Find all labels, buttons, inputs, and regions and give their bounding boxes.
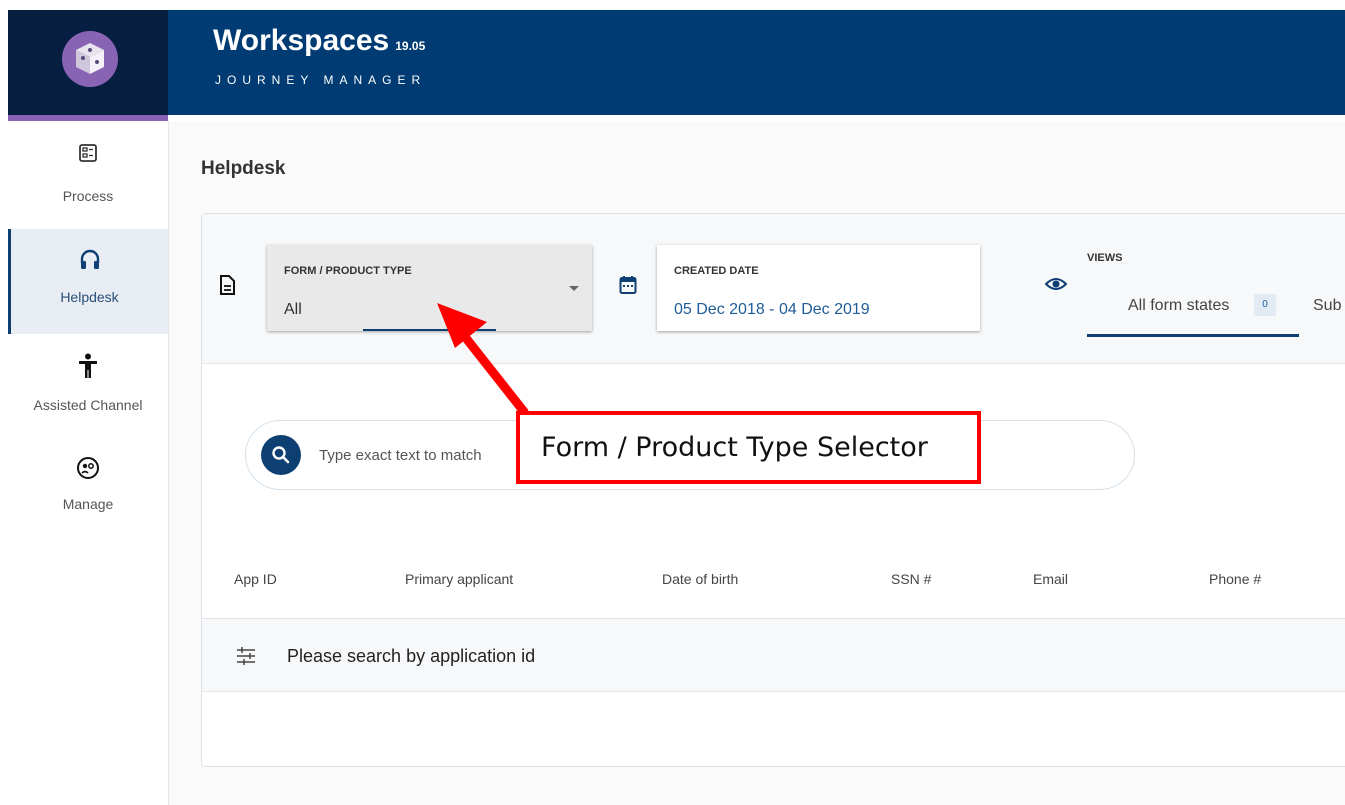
tab-label: All form states — [1128, 297, 1230, 314]
created-date-label: CREATED DATE — [674, 265, 759, 277]
sidebar-item-label: Process — [62, 188, 114, 204]
eye-icon — [1044, 276, 1068, 297]
search-icon[interactable] — [261, 435, 301, 475]
column-header-email[interactable]: Email — [1033, 571, 1068, 587]
app-version: 19.05 — [395, 39, 426, 53]
count-badge: 0 — [1254, 294, 1276, 316]
filter-sliders-icon — [236, 647, 256, 670]
sidebar-item-assisted-channel[interactable]: Assisted Channel — [8, 349, 168, 429]
form-product-type-select[interactable]: FORM / PRODUCT TYPE All — [267, 245, 592, 331]
annotation-callout: Form / Product Type Selector — [516, 411, 981, 484]
accessibility-icon — [8, 353, 168, 379]
app-title-text: Workspaces — [213, 24, 390, 57]
app-logo-area — [8, 10, 168, 115]
app-title: Workspaces 19.05 — [213, 24, 425, 58]
sidebar: Process Helpdesk Assisted Channel Manage — [8, 121, 169, 805]
sidebar-item-label: Helpdesk — [60, 289, 119, 305]
views-label: VIEWS — [1087, 252, 1123, 264]
headset-icon — [11, 248, 168, 272]
column-header-app-id[interactable]: App ID — [234, 571, 277, 587]
column-header-ssn[interactable]: SSN # — [891, 571, 931, 587]
calendar-icon — [619, 275, 637, 300]
annotation-text: Form / Product Type Selector — [541, 432, 928, 463]
sidebar-item-label: Assisted Channel — [33, 397, 143, 413]
sidebar-item-label: Manage — [62, 496, 114, 512]
form-product-type-value: All — [284, 301, 302, 318]
created-date-picker[interactable]: CREATED DATE 05 Dec 2018 - 04 Dec 2019 — [657, 245, 980, 331]
select-underline — [363, 329, 496, 331]
document-icon — [219, 275, 235, 300]
tab-submitted[interactable]: Sub — [1313, 297, 1341, 315]
table-empty-row: Please search by application id — [202, 619, 1345, 692]
helpdesk-card: FORM / PRODUCT TYPE All CREATED DATE 05 … — [201, 213, 1345, 767]
chevron-down-icon[interactable] — [569, 286, 579, 291]
empty-message: Please search by application id — [287, 646, 536, 666]
sidebar-item-manage[interactable]: Manage — [8, 456, 168, 536]
top-header: Workspaces 19.05 JOURNEY MANAGER — [168, 10, 1345, 115]
sidebar-item-process[interactable]: Process — [8, 138, 168, 228]
tab-all-form-states[interactable]: All form states 0 — [1087, 294, 1299, 337]
page-title: Helpdesk — [201, 158, 286, 179]
sidebar-item-helpdesk[interactable]: Helpdesk — [8, 229, 168, 334]
manage-icon — [8, 456, 168, 480]
column-header-primary-applicant[interactable]: Primary applicant — [405, 571, 513, 587]
app-subtitle: JOURNEY MANAGER — [215, 73, 427, 87]
cube-logo-icon[interactable] — [62, 31, 118, 87]
column-header-phone[interactable]: Phone # — [1209, 571, 1261, 587]
filter-bar: FORM / PRODUCT TYPE All CREATED DATE 05 … — [202, 214, 1345, 364]
form-product-type-label: FORM / PRODUCT TYPE — [284, 265, 412, 277]
process-icon — [8, 143, 168, 163]
column-header-date-of-birth[interactable]: Date of birth — [662, 571, 738, 587]
created-date-value: 05 Dec 2018 - 04 Dec 2019 — [674, 301, 870, 318]
